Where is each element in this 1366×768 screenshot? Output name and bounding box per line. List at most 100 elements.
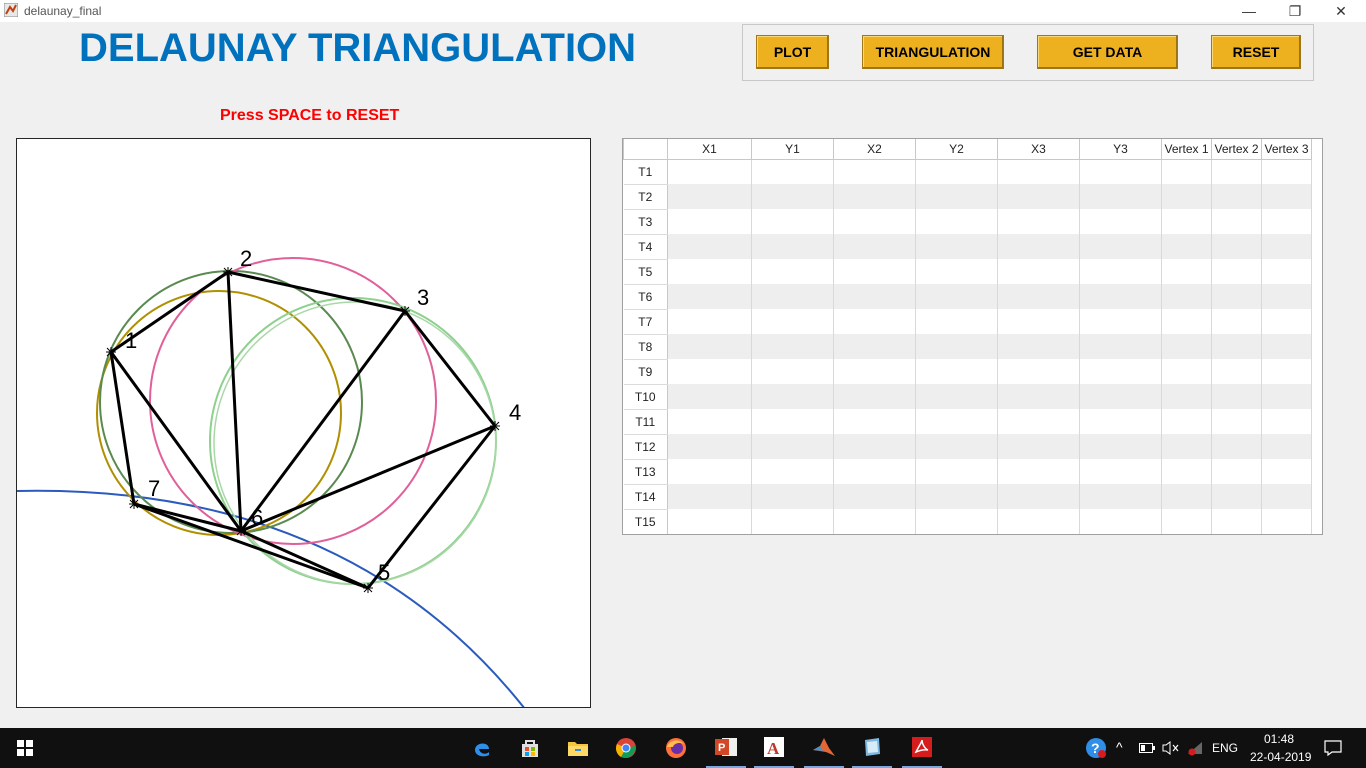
explorer-taskbar-button[interactable] [560, 728, 596, 768]
table-cell[interactable] [751, 309, 834, 334]
volume-tray-button[interactable] [1160, 728, 1182, 768]
reset-button[interactable]: RESET [1211, 35, 1301, 69]
table-cell[interactable] [1079, 409, 1162, 434]
table-cell[interactable] [1161, 409, 1212, 434]
table-cell[interactable] [997, 234, 1080, 259]
table-cell[interactable] [667, 309, 752, 334]
table-cell[interactable] [915, 334, 998, 359]
table-cell[interactable] [1079, 484, 1162, 509]
table-cell[interactable] [1161, 234, 1212, 259]
table-cell[interactable] [1161, 384, 1212, 409]
table-cell[interactable] [997, 359, 1080, 384]
table-cell[interactable] [997, 209, 1080, 234]
table-cell[interactable] [1261, 209, 1312, 234]
help-tray-button[interactable]: ? [1082, 728, 1110, 768]
table-cell[interactable] [997, 409, 1080, 434]
table-cell[interactable] [751, 409, 834, 434]
table-cell[interactable] [1211, 434, 1262, 459]
plot-button[interactable]: PLOT [756, 35, 829, 69]
table-cell[interactable] [915, 309, 998, 334]
table-cell[interactable] [667, 359, 752, 384]
table-cell[interactable] [997, 509, 1080, 534]
table-cell[interactable] [667, 384, 752, 409]
table-cell[interactable] [833, 434, 916, 459]
acrobat-taskbar-button[interactable] [902, 728, 942, 768]
table-cell[interactable] [997, 384, 1080, 409]
table-cell[interactable] [667, 484, 752, 509]
table-cell[interactable] [915, 359, 998, 384]
table-cell[interactable] [667, 209, 752, 234]
table-cell[interactable] [1161, 434, 1212, 459]
table-cell[interactable] [1161, 334, 1212, 359]
table-cell[interactable] [751, 509, 834, 534]
table-cell[interactable] [1079, 509, 1162, 534]
table-cell[interactable] [997, 459, 1080, 484]
notebook-taskbar-button[interactable] [852, 728, 892, 768]
table-cell[interactable] [1211, 409, 1262, 434]
table-cell[interactable] [667, 159, 752, 184]
table-cell[interactable] [1079, 384, 1162, 409]
close-button[interactable]: ✕ [1318, 0, 1364, 22]
notification-button[interactable] [1318, 728, 1348, 768]
matlab-taskbar-button[interactable] [804, 728, 844, 768]
table-cell[interactable] [833, 284, 916, 309]
table-cell[interactable] [751, 159, 834, 184]
powerpoint-taskbar-button[interactable]: P [706, 728, 746, 768]
table-cell[interactable] [833, 184, 916, 209]
table-cell[interactable] [1161, 184, 1212, 209]
table-cell[interactable] [667, 409, 752, 434]
table-cell[interactable] [667, 509, 752, 534]
table-cell[interactable] [1261, 309, 1312, 334]
table-cell[interactable] [1211, 509, 1262, 534]
table-cell[interactable] [751, 184, 834, 209]
table-cell[interactable] [833, 309, 916, 334]
table-cell[interactable] [1261, 384, 1312, 409]
table-cell[interactable] [997, 309, 1080, 334]
table-cell[interactable] [1161, 484, 1212, 509]
table-cell[interactable] [667, 259, 752, 284]
table-cell[interactable] [833, 359, 916, 384]
table-cell[interactable] [1161, 509, 1212, 534]
table-cell[interactable] [915, 234, 998, 259]
table-cell[interactable] [833, 259, 916, 284]
table-cell[interactable] [1261, 434, 1312, 459]
table-cell[interactable] [1079, 209, 1162, 234]
table-cell[interactable] [1079, 259, 1162, 284]
firefox-taskbar-button[interactable] [658, 728, 694, 768]
table-cell[interactable] [1079, 434, 1162, 459]
table-cell[interactable] [1211, 484, 1262, 509]
table-cell[interactable] [915, 259, 998, 284]
table-cell[interactable] [667, 334, 752, 359]
table-cell[interactable] [1211, 284, 1262, 309]
table-cell[interactable] [1079, 359, 1162, 384]
table-cell[interactable] [751, 284, 834, 309]
clock-date[interactable]: 22-04-2019 [1250, 750, 1311, 764]
table-cell[interactable] [1079, 159, 1162, 184]
table-cell[interactable] [833, 334, 916, 359]
table-cell[interactable] [997, 184, 1080, 209]
table-cell[interactable] [1261, 459, 1312, 484]
table-cell[interactable] [1161, 209, 1212, 234]
table-cell[interactable] [1079, 284, 1162, 309]
table-cell[interactable] [751, 484, 834, 509]
table-cell[interactable] [915, 384, 998, 409]
table-cell[interactable] [833, 209, 916, 234]
table-cell[interactable] [1161, 159, 1212, 184]
table-cell[interactable] [751, 234, 834, 259]
table-cell[interactable] [1161, 309, 1212, 334]
table-cell[interactable] [833, 234, 916, 259]
network-tray-button[interactable] [1184, 728, 1206, 768]
table-cell[interactable] [1211, 309, 1262, 334]
language-indicator[interactable]: ENG [1212, 741, 1238, 755]
table-cell[interactable] [751, 459, 834, 484]
table-cell[interactable] [1211, 384, 1262, 409]
table-cell[interactable] [833, 384, 916, 409]
table-cell[interactable] [1161, 459, 1212, 484]
table-cell[interactable] [1161, 284, 1212, 309]
chrome-taskbar-button[interactable] [608, 728, 644, 768]
table-cell[interactable] [751, 384, 834, 409]
table-cell[interactable] [751, 359, 834, 384]
edge-taskbar-button[interactable] [464, 728, 500, 768]
get-data-button[interactable]: GET DATA [1037, 35, 1178, 69]
table-cell[interactable] [915, 434, 998, 459]
